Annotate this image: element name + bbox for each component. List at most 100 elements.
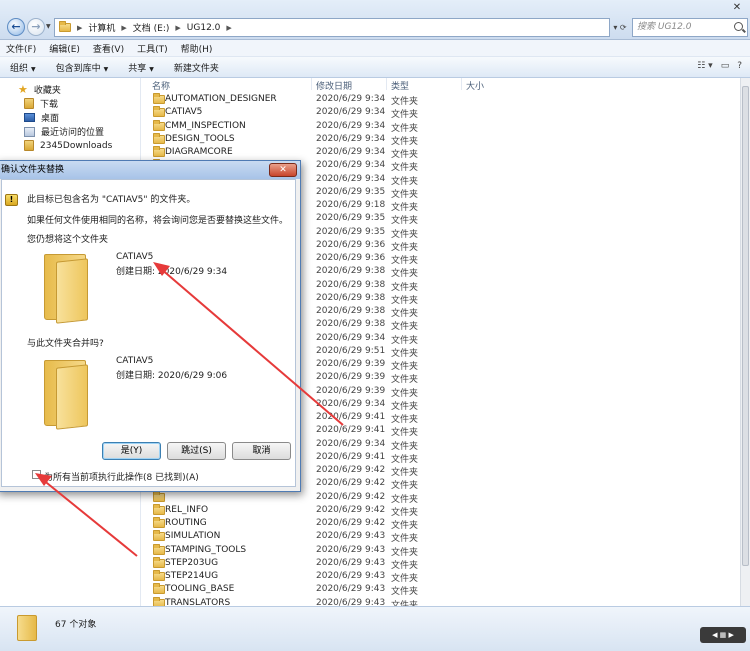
file-type: 文件夹	[391, 282, 419, 293]
close-button[interactable]: ✕	[269, 163, 297, 177]
chevron-right-icon[interactable]: ▶	[121, 24, 126, 32]
forward-button[interactable]: →	[27, 18, 45, 36]
organize-button[interactable]: 组织 ▼	[10, 61, 36, 74]
folder-icon	[17, 615, 37, 641]
breadcrumb-drive[interactable]: 文档 (E:)	[133, 21, 170, 34]
menu-help[interactable]: 帮助(H)	[181, 42, 213, 55]
column-divider[interactable]	[386, 78, 387, 90]
table-row[interactable]: REL_INFO 2020/6/29 9:42 文件夹	[141, 503, 621, 518]
table-row[interactable]: SIMULATION 2020/6/29 9:43 文件夹	[141, 530, 621, 544]
folder-icon	[153, 543, 165, 555]
file-date: 2020/6/29 9:43	[316, 571, 386, 581]
file-date: 2020/6/29 9:34	[316, 160, 386, 171]
scrollbar-thumb[interactable]	[742, 86, 749, 566]
file-type: 文件夹	[391, 441, 419, 452]
menu-edit[interactable]: 编辑(E)	[49, 42, 80, 55]
table-row[interactable]: AUTOMATION_DESIGNER 2020/6/29 9:34 文件夹	[141, 93, 621, 107]
breadcrumb-computer[interactable]: 计算机	[88, 21, 115, 34]
file-type: 文件夹	[391, 136, 419, 147]
file-type: 文件夹	[391, 176, 419, 187]
table-row[interactable]: STEP214UG 2020/6/29 9:43 文件夹	[141, 570, 621, 584]
file-date: 2020/6/29 9:38	[316, 306, 386, 316]
folder-icon	[153, 517, 165, 528]
file-type: 文件夹	[391, 375, 419, 386]
preview-pane-icon[interactable]: ▭	[721, 61, 730, 71]
menu-file[interactable]: 文件(F)	[6, 42, 36, 55]
folder-icon	[153, 503, 165, 515]
folder-icon	[153, 583, 165, 595]
window-close-icon[interactable]: ✕	[730, 2, 744, 14]
file-date: 2020/6/29 9:39	[316, 372, 386, 383]
nav-favorites[interactable]: ★ 收藏夹	[18, 83, 61, 97]
column-type[interactable]: 类型	[391, 79, 409, 92]
back-button[interactable]: ←	[7, 18, 25, 36]
file-date: 2020/6/29 9:34	[316, 107, 386, 118]
file-type: 文件夹	[391, 97, 419, 107]
apply-all-checkbox[interactable]	[32, 470, 41, 479]
chevron-right-icon[interactable]: ▶	[226, 24, 231, 32]
search-input[interactable]: 搜索 UG12.0	[632, 18, 748, 37]
dialog-message: 此目标已包含名为 "CATIAV5" 的文件夹。	[27, 195, 196, 205]
incoming-folder-date: 创建日期: 2020/6/29 9:06	[116, 371, 228, 381]
file-name: STEP214UG	[165, 571, 219, 581]
table-row[interactable]: DESIGN_TOOLS 2020/6/29 9:34 文件夹	[141, 132, 621, 147]
column-date[interactable]: 修改日期	[316, 79, 352, 92]
file-type: 文件夹	[391, 494, 419, 505]
table-row[interactable]: TOOLING_BASE 2020/6/29 9:43 文件夹	[141, 583, 621, 597]
file-type: 文件夹	[391, 560, 419, 571]
file-date: 2020/6/29 9:34	[316, 438, 386, 449]
chevron-right-icon[interactable]: ▶	[175, 24, 180, 32]
table-row[interactable]: ROUTING 2020/6/29 9:42 文件夹	[141, 517, 621, 531]
nav-desktop[interactable]: 桌面	[24, 111, 59, 124]
table-row[interactable]: STAMPING_TOOLS 2020/6/29 9:43 文件夹	[141, 543, 621, 558]
table-row[interactable]: 2020/6/29 9:42 文件夹	[141, 490, 621, 505]
folder-icon	[153, 93, 165, 104]
table-row[interactable]: CATIAV5 2020/6/29 9:34 文件夹	[141, 106, 621, 120]
share-button[interactable]: 共享 ▼	[128, 61, 154, 74]
refresh-icon[interactable]: ▾ ⟳	[610, 18, 630, 37]
table-row[interactable]: DIAGRAMCORE 2020/6/29 9:34 文件夹	[141, 146, 621, 160]
file-type: 文件夹	[391, 123, 419, 134]
table-row[interactable]: STEP203UG 2020/6/29 9:43 文件夹	[141, 556, 621, 571]
file-date: 2020/6/29 9:43	[316, 584, 386, 595]
menu-view[interactable]: 查看(V)	[93, 42, 124, 55]
view-options-icon[interactable]: ☷ ▾	[697, 61, 712, 71]
include-library-button[interactable]: 包含到库中 ▼	[56, 61, 109, 74]
nav-recent[interactable]: 最近访问的位置	[24, 125, 104, 138]
new-folder-button[interactable]: 新建文件夹	[174, 61, 219, 74]
help-icon[interactable]: ?	[737, 61, 742, 71]
cancel-button[interactable]: 取消	[232, 442, 291, 460]
file-name: DESIGN_TOOLS	[165, 133, 235, 144]
file-type: 文件夹	[391, 481, 419, 492]
nav-downloads[interactable]: 下载	[24, 97, 58, 110]
address-field[interactable]: ▶ 计算机 ▶ 文档 (E:) ▶ UG12.0 ▶	[54, 18, 610, 37]
column-name[interactable]: 名称	[152, 79, 170, 92]
file-date: 2020/6/29 9:42	[316, 465, 386, 475]
folder-icon	[153, 132, 165, 144]
chevron-right-icon[interactable]: ▶	[77, 24, 82, 32]
file-type: 文件夹	[391, 428, 419, 439]
menu-tools[interactable]: 工具(T)	[137, 42, 168, 55]
vertical-scrollbar[interactable]	[740, 78, 750, 606]
column-divider[interactable]	[461, 78, 462, 90]
apply-all-label[interactable]: 为所有当前项执行此操作(8 已找到)(A)	[44, 470, 199, 483]
yes-button[interactable]: 是(Y)	[102, 442, 161, 460]
breadcrumb-folder[interactable]: UG12.0	[187, 23, 221, 33]
skip-button[interactable]: 跳过(S)	[167, 442, 226, 460]
nav-2345downloads[interactable]: 2345Downloads	[24, 140, 112, 151]
history-dropdown-icon[interactable]: ▼	[46, 23, 51, 30]
incoming-folder-icon	[42, 356, 90, 430]
question-replace: 您仍想将这个文件夹	[27, 235, 109, 245]
confirm-folder-replace-dialog: 确认文件夹替换 ✕ ! 此目标已包含名为 "CATIAV5" 的文件夹。 如果任…	[0, 160, 301, 492]
file-name: DIAGRAMCORE	[165, 147, 233, 157]
file-date: 2020/6/29 9:34	[316, 147, 386, 157]
folder-icon	[24, 140, 34, 151]
table-row[interactable]: CMM_INSPECTION 2020/6/29 9:34 文件夹	[141, 119, 621, 134]
column-size[interactable]: 大小	[466, 79, 484, 92]
file-type: 文件夹	[391, 203, 419, 213]
file-date: 2020/6/29 9:42	[316, 518, 386, 528]
column-headers: 名称 修改日期 类型 大小	[141, 78, 750, 92]
column-divider[interactable]	[311, 78, 312, 90]
file-date: 2020/6/29 9:35	[316, 226, 386, 237]
file-date: 2020/6/29 9:34	[316, 173, 386, 184]
